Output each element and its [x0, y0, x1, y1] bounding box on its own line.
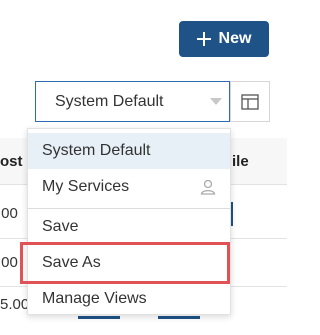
table-cell: .00 — [0, 254, 18, 271]
menu-item-label: Manage Views — [42, 290, 147, 307]
plus-icon — [196, 32, 211, 46]
menu-item-label: Save As — [42, 254, 101, 271]
user-icon — [200, 179, 216, 195]
menu-item-manage-views[interactable]: Manage Views — [28, 281, 230, 317]
table-cell: .00 — [0, 205, 18, 222]
menu-item-system-default[interactable]: System Default — [28, 133, 230, 169]
table-layout-icon — [241, 93, 259, 110]
menu-item-label: Save — [42, 218, 79, 235]
column-header-cost: ost — [0, 153, 23, 170]
menu-item-save-as[interactable]: Save As — [28, 245, 230, 281]
column-header-right: ile — [232, 153, 249, 170]
new-button[interactable]: New — [179, 21, 269, 57]
new-button-label: New — [218, 30, 252, 47]
view-select-value: System Default — [55, 92, 164, 110]
menu-item-label: My Services — [42, 178, 130, 195]
menu-item-my-services[interactable]: My Services — [28, 169, 230, 205]
view-dropdown-menu: System Default My Services Save Save As … — [27, 128, 231, 315]
view-select[interactable]: System Default — [35, 81, 230, 122]
table-cell: 5.00 — [0, 296, 30, 313]
menu-item-label: System Default — [42, 142, 151, 159]
caret-down-icon — [210, 98, 222, 105]
table-layout-button[interactable] — [230, 81, 270, 122]
menu-item-save[interactable]: Save — [28, 209, 230, 245]
